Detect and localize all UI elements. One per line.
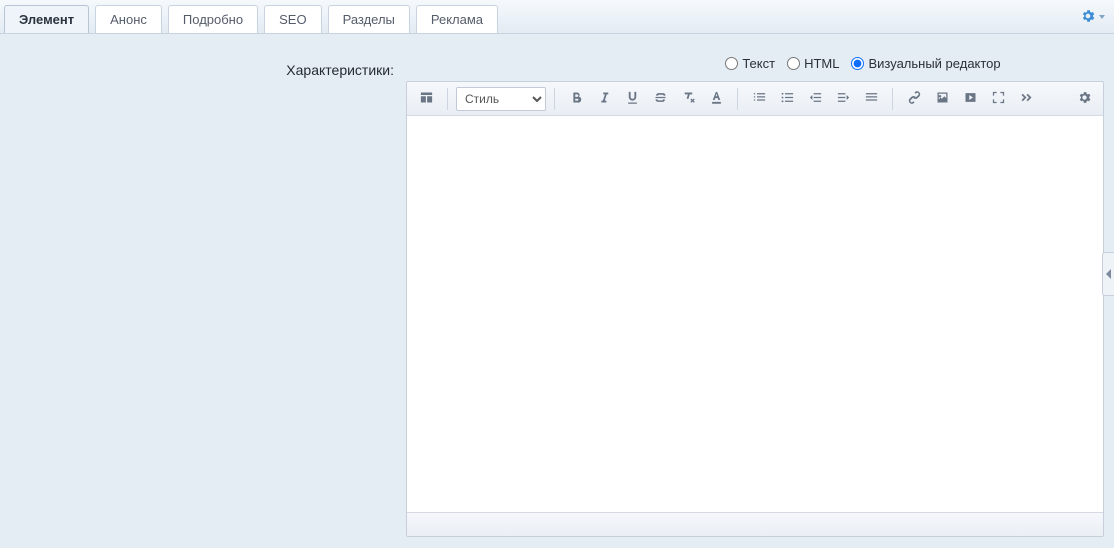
video-icon xyxy=(963,90,978,108)
link-button[interactable] xyxy=(901,86,927,112)
mode-label-visual: Визуальный редактор xyxy=(868,56,1000,71)
strike-button[interactable] xyxy=(647,86,673,112)
mode-option-html[interactable]: HTML xyxy=(781,56,839,71)
unordered-list-button[interactable] xyxy=(774,86,800,112)
editor-toolbar: Стиль xyxy=(407,82,1103,116)
settings-dropdown[interactable] xyxy=(1078,6,1106,28)
mode-radio-visual[interactable] xyxy=(851,57,864,70)
text-color-button[interactable] xyxy=(703,86,729,112)
side-panel-toggle[interactable] xyxy=(1102,252,1114,296)
mode-label-html: HTML xyxy=(804,56,839,71)
layout-icon xyxy=(419,90,434,108)
mode-label-text: Текст xyxy=(742,56,775,71)
wysiwyg-editor: Стиль xyxy=(406,81,1104,537)
style-select[interactable]: Стиль xyxy=(456,87,546,111)
form-row: Характеристики: Текст HTML Визуальный ре… xyxy=(0,34,1114,537)
align-button[interactable] xyxy=(858,86,884,112)
ordered-list-button[interactable] xyxy=(746,86,772,112)
tab-ads[interactable]: Реклама xyxy=(416,5,498,33)
video-button[interactable] xyxy=(957,86,983,112)
more-button[interactable] xyxy=(1013,86,1039,112)
text-color-icon xyxy=(709,90,724,108)
separator xyxy=(892,88,893,110)
align-icon xyxy=(864,90,879,108)
editor-footer xyxy=(407,512,1103,536)
outdent-icon xyxy=(808,90,823,108)
editor-settings-button[interactable] xyxy=(1071,86,1097,112)
mode-radio-text[interactable] xyxy=(725,57,738,70)
separator xyxy=(737,88,738,110)
editor-mode-row: Текст HTML Визуальный редактор xyxy=(406,56,1104,71)
field-value-col: Текст HTML Визуальный редактор xyxy=(406,56,1114,537)
gear-icon xyxy=(1080,8,1096,27)
field-label-col: Характеристики: xyxy=(0,56,406,537)
fullscreen-icon xyxy=(991,90,1006,108)
tab-detail[interactable]: Подробно xyxy=(168,5,258,33)
fullscreen-button[interactable] xyxy=(985,86,1011,112)
mode-option-visual[interactable]: Визуальный редактор xyxy=(845,56,1000,71)
bold-icon xyxy=(569,90,584,108)
separator xyxy=(447,88,448,110)
chevron-down-icon xyxy=(1099,15,1105,19)
mode-option-text[interactable]: Текст xyxy=(719,56,775,71)
image-button[interactable] xyxy=(929,86,955,112)
link-icon xyxy=(907,90,922,108)
bold-button[interactable] xyxy=(563,86,589,112)
clear-format-icon xyxy=(681,90,696,108)
indent-button[interactable] xyxy=(830,86,856,112)
tabs-bar: Элемент Анонс Подробно SEO Разделы Рекла… xyxy=(0,0,1114,34)
gear-icon xyxy=(1077,90,1092,108)
underline-icon xyxy=(625,90,640,108)
ordered-list-icon xyxy=(752,90,767,108)
editor-content-area[interactable] xyxy=(407,116,1103,512)
underline-button[interactable] xyxy=(619,86,645,112)
strike-icon xyxy=(653,90,668,108)
tab-sections[interactable]: Разделы xyxy=(328,5,410,33)
tab-element[interactable]: Элемент xyxy=(4,5,89,33)
separator xyxy=(554,88,555,110)
tab-seo[interactable]: SEO xyxy=(264,5,321,33)
tab-announce[interactable]: Анонс xyxy=(95,5,162,33)
italic-icon xyxy=(597,90,612,108)
templates-button[interactable] xyxy=(413,86,439,112)
clear-format-button[interactable] xyxy=(675,86,701,112)
chevron-double-right-icon xyxy=(1019,90,1034,108)
field-label: Характеристики: xyxy=(286,62,394,78)
mode-radio-html[interactable] xyxy=(787,57,800,70)
outdent-button[interactable] xyxy=(802,86,828,112)
italic-button[interactable] xyxy=(591,86,617,112)
indent-icon xyxy=(836,90,851,108)
unordered-list-icon xyxy=(780,90,795,108)
image-icon xyxy=(935,90,950,108)
